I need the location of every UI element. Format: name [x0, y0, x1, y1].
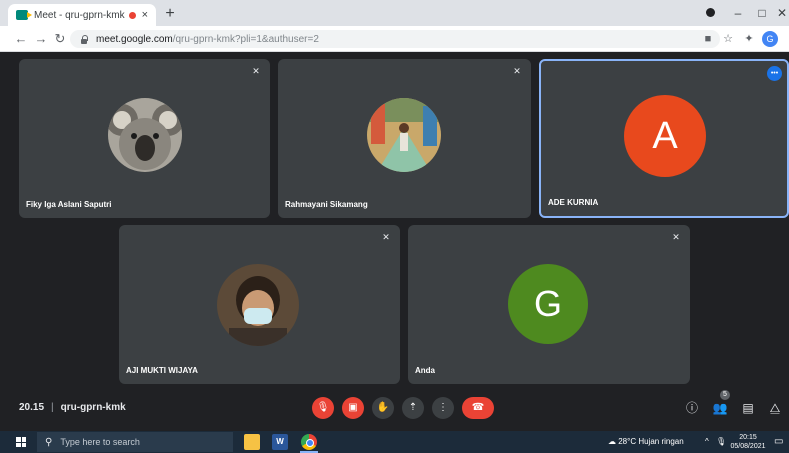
taskbar-clock[interactable]: 20:15 05/08/2021 — [728, 433, 768, 451]
participant-name: Fiky Iga Aslani Saputri — [26, 200, 112, 209]
url-path: /qru-gprn-kmk?pli=1&authuser=2 — [172, 33, 319, 45]
windows-start-icon[interactable] — [16, 437, 26, 447]
bookmark-star-icon[interactable]: ☆ — [720, 31, 736, 47]
meeting-code: qru-gprn-kmk — [60, 402, 126, 413]
chrome-app-icon[interactable] — [301, 434, 317, 450]
mic-off-icon: ✕ — [382, 232, 390, 242]
mic-off-icon: ✕ — [513, 66, 521, 76]
file-explorer-icon[interactable] — [244, 434, 260, 450]
participant-name: AJI MUKTI WIJAYA — [126, 366, 198, 375]
more-vert-icon: ⋮ — [438, 402, 448, 413]
speaking-indicator-icon: ••• — [767, 66, 782, 81]
meet-favicon-icon — [16, 10, 32, 20]
mic-off-icon: ✕ — [672, 232, 680, 242]
separator: | — [51, 402, 54, 413]
microphone-tray-icon[interactable]: 🎙 — [716, 431, 726, 453]
participant-tile[interactable]: ✕ Fiky Iga Aslani Saputri — [19, 59, 270, 218]
participant-name: Rahmayani Sikamang — [285, 200, 368, 209]
participant-tile[interactable]: ✕ AJI MUKTI WIJAYA — [119, 225, 400, 384]
tab-title: Meet - qru-gprn-kmk — [34, 9, 125, 21]
participant-name: Anda — [415, 366, 435, 375]
hand-icon: ✋ — [376, 402, 390, 413]
new-tab-button[interactable]: + — [160, 4, 180, 24]
camera-off-icon: ▣ — [348, 402, 358, 413]
meeting-time: 20.15 — [19, 402, 45, 413]
chat-icon[interactable]: ▤ — [739, 399, 757, 417]
participant-avatar-letter: A — [624, 95, 706, 177]
phone-hangup-icon: ☎ — [471, 402, 485, 413]
maximize-button[interactable]: □ — [752, 4, 772, 22]
clock-time: 20:15 — [739, 434, 757, 441]
weather-text: 28°C Hujan ringan — [618, 437, 684, 446]
media-control-icon[interactable] — [700, 4, 720, 22]
back-arrow-icon[interactable]: ← — [12, 30, 30, 48]
notification-icon[interactable]: ▭ — [774, 431, 783, 453]
leave-call-button[interactable]: ☎ — [462, 397, 494, 419]
windows-taskbar: ⚲ Type here to search W ☁ 28°C Hujan rin… — [0, 431, 789, 453]
minimize-button[interactable]: – — [728, 4, 748, 22]
clock-date: 05/08/2021 — [730, 443, 766, 450]
search-icon: ⚲ — [45, 436, 53, 448]
participant-tile[interactable]: G ✕ Anda — [408, 225, 690, 384]
mic-off-icon: ✕ — [252, 66, 260, 76]
present-icon: ⇡ — [408, 402, 418, 413]
reload-icon[interactable]: ↻ — [51, 30, 69, 48]
participant-name: ADE KURNIA — [548, 198, 599, 207]
camera-toggle-button[interactable]: ▣ — [342, 397, 364, 419]
profile-avatar[interactable]: G — [762, 31, 778, 47]
more-options-button[interactable]: ⋮ — [432, 397, 454, 419]
url-host: meet.google.com — [96, 33, 173, 45]
address-bar[interactable]: meet.google.com/qru-gprn-kmk?pli=1&authu… — [70, 30, 720, 48]
participant-tile-active[interactable]: A ••• ADE KURNIA — [539, 59, 789, 218]
mic-toggle-button[interactable]: 🎙 — [312, 397, 334, 419]
people-icon[interactable]: 👥 — [711, 399, 729, 417]
raise-hand-button[interactable]: ✋ — [372, 397, 394, 419]
word-app-icon[interactable]: W — [272, 434, 288, 450]
tray-chevron-icon[interactable]: ^ — [705, 431, 709, 453]
cloud-rain-icon: ☁ — [608, 437, 616, 446]
weather-widget[interactable]: ☁ 28°C Hujan ringan — [608, 431, 684, 453]
lock-icon — [80, 34, 88, 44]
participant-tile[interactable]: ✕ Rahmayani Sikamang — [278, 59, 531, 218]
camera-indicator-icon[interactable]: ■ — [700, 31, 716, 47]
extensions-puzzle-icon[interactable]: ✦ — [741, 31, 757, 47]
tab-close-icon[interactable]: × — [142, 9, 148, 21]
browser-tab-bar: Meet - qru-gprn-kmk × + – □ ✕ — [0, 0, 789, 26]
meeting-details: 20.15 | qru-gprn-kmk — [19, 402, 126, 413]
search-placeholder: Type here to search — [60, 437, 140, 447]
participant-avatar-letter: G — [508, 264, 588, 344]
close-window-button[interactable]: ✕ — [772, 4, 789, 22]
activities-icon[interactable]: ⧋ — [766, 399, 784, 417]
participant-avatar-photo — [217, 264, 299, 346]
present-screen-button[interactable]: ⇡ — [402, 397, 424, 419]
recording-indicator-icon — [128, 11, 136, 19]
meeting-info-icon[interactable]: ⓘ — [683, 399, 701, 417]
participant-count-badge: 5 — [720, 390, 730, 400]
browser-toolbar: ← → ↻ meet.google.com/qru-gprn-kmk?pli=1… — [0, 26, 789, 52]
participant-avatar-photo — [367, 98, 441, 172]
meeting-controls-bar: 20.15 | qru-gprn-kmk 🎙 ▣ ✋ ⇡ ⋮ ☎ ⓘ 👥 5 ▤… — [0, 390, 789, 424]
browser-tab-meet[interactable]: Meet - qru-gprn-kmk × — [8, 4, 156, 26]
forward-arrow-icon[interactable]: → — [32, 30, 50, 48]
mic-off-icon: 🎙 — [316, 402, 330, 413]
taskbar-search-box[interactable]: ⚲ Type here to search — [37, 432, 233, 452]
participant-avatar-koala — [108, 98, 182, 172]
